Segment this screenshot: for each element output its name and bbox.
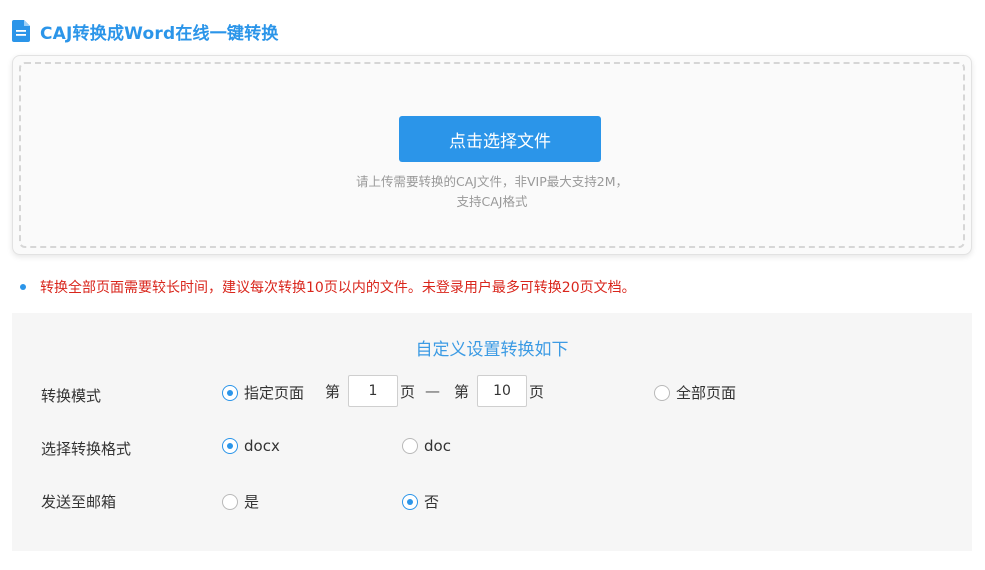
document-icon (12, 20, 30, 42)
radio-unchecked-icon (654, 384, 670, 401)
format-label: 选择转换格式 (41, 440, 132, 458)
radio-specific-pages[interactable]: 指定页面 (222, 382, 304, 403)
settings-title: 自定义设置转换如下 (415, 340, 569, 360)
from-suffix: 页 (400, 382, 416, 401)
notice-text: 转换全部页面需要较长时间，建议每次转换10页以内的文件。未登录用户最多可转换20… (40, 280, 636, 296)
email-label: 发送至邮箱 (41, 493, 117, 511)
radio-email-yes[interactable]: 是 (222, 491, 259, 512)
radio-checked-icon (222, 438, 238, 454)
notice: 转换全部页面需要较长时间，建议每次转换10页以内的文件。未登录用户最多可转换20… (20, 277, 636, 297)
to-suffix: 页 (529, 382, 545, 401)
upload-dropzone[interactable]: 点击选择文件 请上传需要转换的CAJ文件，非VIP最大支持2M， 支持CAJ格式 (19, 62, 965, 248)
radio-email-no-label: 否 (424, 493, 440, 511)
page-title: CAJ转换成Word在线一键转换 (40, 23, 279, 44)
radio-checked-icon (402, 493, 418, 510)
upload-area[interactable]: 点击选择文件 请上传需要转换的CAJ文件，非VIP最大支持2M， 支持CAJ格式 (12, 55, 972, 255)
radio-all-pages-label: 全部页面 (676, 384, 737, 402)
upload-hint-line-1: 请上传需要转换的CAJ文件，非VIP最大支持2M， (356, 174, 628, 189)
choose-file-button[interactable]: 点击选择文件 (399, 116, 601, 162)
mode-label: 转换模式 (41, 387, 102, 405)
from-prefix: 第 (325, 382, 341, 401)
to-prefix: 第 (454, 382, 470, 401)
settings-panel: 自定义设置转换如下 转换模式 指定页面 第 页 — 第 页 全部页面 选择转换格… (12, 313, 972, 551)
radio-checked-icon (222, 384, 238, 401)
upload-hint: 请上传需要转换的CAJ文件，非VIP最大支持2M， 支持CAJ格式 (21, 172, 963, 212)
radio-doc-label: doc (424, 437, 451, 455)
radio-specific-pages-label: 指定页面 (244, 384, 305, 402)
bullet-dot-icon (20, 284, 26, 290)
page-header: CAJ转换成Word在线一键转换 (12, 19, 279, 44)
radio-email-no[interactable]: 否 (402, 491, 439, 512)
to-page-input[interactable] (477, 375, 528, 407)
range-separator: — (425, 382, 441, 400)
radio-docx-label: docx (244, 437, 280, 455)
radio-docx[interactable]: docx (222, 437, 280, 455)
page-range: 第 页 — 第 页 (325, 375, 544, 407)
radio-doc[interactable]: doc (402, 437, 451, 455)
radio-unchecked-icon (402, 438, 418, 454)
radio-unchecked-icon (222, 493, 238, 510)
radio-email-yes-label: 是 (244, 493, 260, 511)
upload-hint-line-2: 支持CAJ格式 (456, 194, 528, 209)
from-page-input[interactable] (348, 375, 399, 407)
radio-all-pages[interactable]: 全部页面 (654, 382, 736, 403)
